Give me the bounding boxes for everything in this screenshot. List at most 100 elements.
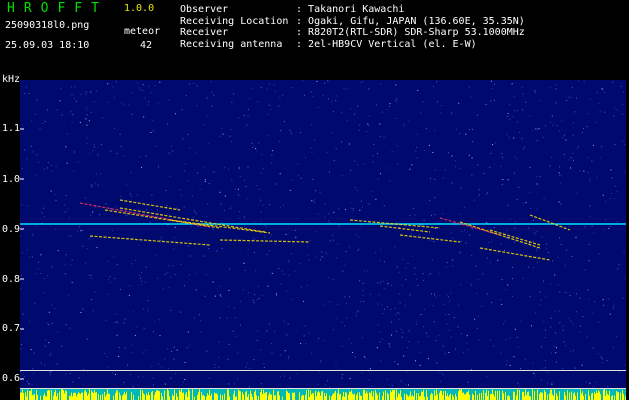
noise-speck (592, 347, 594, 349)
noise-speck (71, 121, 73, 123)
noise-speck (395, 101, 397, 103)
noise-speck (74, 98, 76, 100)
level-spike (45, 396, 46, 400)
noise-speck (345, 209, 347, 211)
noise-speck (22, 313, 24, 315)
level-spike (522, 391, 523, 400)
noise-speck (152, 130, 154, 132)
noise-speck (575, 311, 577, 313)
noise-speck (428, 274, 430, 276)
level-spike (464, 394, 465, 400)
noise-speck (229, 207, 231, 209)
noise-speck (166, 204, 168, 206)
noise-speck (486, 257, 488, 259)
noise-speck (251, 142, 253, 144)
noise-speck (417, 341, 419, 343)
noise-speck (409, 294, 411, 296)
level-spike (65, 390, 66, 400)
noise-speck (560, 203, 562, 205)
level-spike (612, 395, 613, 400)
noise-speck (354, 356, 356, 358)
level-spike (169, 396, 170, 400)
noise-speck (449, 329, 450, 331)
noise-speck (23, 93, 25, 95)
noise-speck (129, 193, 131, 194)
noise-speck (428, 144, 430, 146)
noise-speck (306, 284, 308, 286)
noise-speck (315, 231, 316, 233)
noise-speck (416, 157, 418, 159)
level-spike (276, 392, 277, 400)
noise-speck (267, 285, 269, 287)
meteor-trail (479, 247, 551, 261)
noise-speck (470, 285, 472, 287)
noise-speck (183, 206, 185, 208)
noise-speck (349, 378, 351, 380)
noise-speck (173, 248, 175, 250)
noise-speck (396, 312, 398, 314)
level-spike (173, 395, 174, 400)
noise-speck (42, 123, 44, 124)
level-spike (381, 391, 382, 400)
noise-speck (319, 370, 321, 372)
level-spike (132, 396, 133, 400)
level-spike (511, 395, 512, 400)
noise-speck (22, 167, 23, 169)
level-spike (335, 390, 336, 400)
noise-speck (44, 364, 45, 366)
noise-speck (147, 104, 149, 106)
level-spike (42, 389, 43, 400)
noise-speck (172, 265, 174, 267)
noise-speck (506, 364, 507, 365)
level-spike (608, 395, 609, 400)
noise-speck (196, 105, 198, 107)
noise-speck (332, 111, 334, 113)
noise-speck (256, 185, 258, 186)
noise-speck (517, 121, 518, 123)
level-spike (495, 390, 496, 400)
noise-speck (230, 129, 232, 130)
noise-speck (44, 120, 46, 122)
level-spike (293, 392, 294, 400)
level-spike (356, 395, 357, 400)
noise-speck (468, 86, 470, 88)
level-spike (562, 390, 563, 400)
noise-speck (105, 320, 107, 322)
level-spike (595, 393, 596, 400)
level-spike (121, 395, 122, 400)
noise-speck (140, 283, 142, 285)
level-spike (277, 391, 278, 400)
noise-speck (430, 178, 431, 180)
noise-speck (555, 352, 557, 354)
noise-speck (279, 97, 281, 98)
level-spike (541, 392, 542, 400)
noise-speck (489, 166, 491, 168)
noise-speck (51, 323, 53, 325)
noise-speck (91, 186, 93, 188)
noise-speck (446, 294, 448, 296)
noise-speck (562, 137, 563, 139)
level-spike (158, 390, 159, 400)
level-spike (240, 391, 241, 400)
noise-speck (65, 194, 67, 196)
level-spike (624, 395, 625, 400)
noise-speck (170, 276, 171, 278)
level-spike (222, 395, 223, 400)
noise-speck (173, 236, 175, 238)
noise-speck (550, 283, 551, 285)
level-spike (533, 393, 534, 400)
level-spike (111, 392, 112, 400)
level-spike (559, 391, 560, 400)
level-spike (308, 389, 309, 400)
noise-speck (271, 234, 273, 235)
noise-speck (104, 353, 106, 354)
noise-speck (354, 160, 356, 162)
noise-speck (115, 321, 117, 323)
noise-speck (271, 272, 273, 274)
level-spike (592, 392, 593, 400)
noise-speck (578, 80, 580, 82)
noise-speck (93, 144, 95, 146)
noise-speck (434, 178, 436, 180)
noise-speck (505, 339, 507, 341)
noise-speck (377, 303, 379, 305)
